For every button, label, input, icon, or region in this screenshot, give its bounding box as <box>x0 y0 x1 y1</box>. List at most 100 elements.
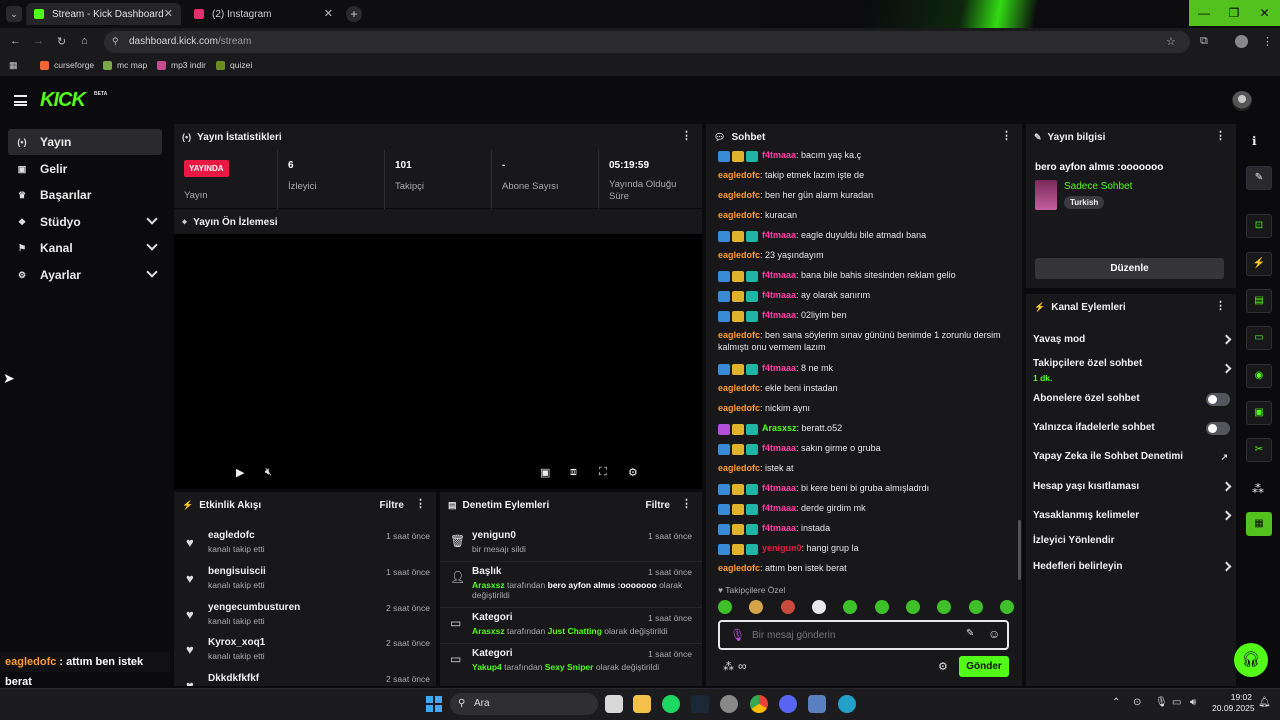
theater-mode-icon[interactable]: ▣ <box>540 466 550 479</box>
file-explorer-icon[interactable] <box>633 695 651 713</box>
broadcast-widget-icon[interactable]: ◉ <box>1246 364 1272 388</box>
tab-search-icon[interactable]: ⌄ <box>6 6 22 22</box>
send-button[interactable]: Gönder <box>959 656 1009 677</box>
chat-username[interactable]: eagledofc <box>718 210 760 220</box>
sidebar-item-yayin[interactable]: (•) Yayın <box>8 129 162 155</box>
task-view-icon[interactable] <box>605 695 623 713</box>
more-options-icon[interactable]: ⋮ <box>415 499 426 510</box>
network-icon[interactable]: ▭ <box>1172 697 1181 708</box>
support-headset-icon[interactable]: 🎧︎ <box>1234 643 1268 677</box>
tools-widget-icon[interactable]: ✂ <box>1246 438 1272 462</box>
chat-username[interactable]: f4tmaaa <box>762 150 796 160</box>
bookmark-mc-map[interactable]: mc map <box>103 60 147 70</box>
sidebar-item-basarilar[interactable]: ♛ Başarılar <box>8 182 162 208</box>
edit-layout-icon[interactable]: ✎ <box>1246 166 1272 190</box>
reload-icon[interactable]: ↻ <box>57 35 66 48</box>
windows-start-icon[interactable] <box>426 696 442 712</box>
emote-icon[interactable] <box>843 600 858 614</box>
chat-scrollbar[interactable] <box>1018 520 1021 580</box>
host-viewers-item[interactable]: İzleyici Yönlendir <box>1026 528 1236 554</box>
new-tab-button[interactable]: + <box>346 6 362 22</box>
close-window-button[interactable]: ✕ <box>1249 0 1280 26</box>
chat-username[interactable]: f4tmaaa <box>762 443 796 453</box>
infinity-icon[interactable]: ∞ <box>738 659 747 673</box>
profile-avatar[interactable] <box>1235 35 1248 48</box>
user-avatar[interactable] <box>1232 91 1252 111</box>
chat-username[interactable]: f4tmaaa <box>762 310 796 320</box>
sidebar-item-kanal[interactable]: ⚑ Kanal <box>8 235 162 261</box>
minimize-button[interactable]: — <box>1189 0 1219 26</box>
chat-username[interactable]: eagledofc <box>718 170 760 180</box>
info-icon[interactable]: ℹ <box>1252 134 1257 148</box>
emote-icon[interactable] <box>780 600 795 614</box>
bookmark-mp3-indir[interactable]: mp3 indir <box>157 60 206 70</box>
clock[interactable]: 19:02 20.09.2025 <box>1212 692 1255 714</box>
home-icon[interactable]: ⌂ <box>81 35 88 47</box>
discord-icon[interactable] <box>779 695 797 713</box>
apps-grid-icon[interactable]: ▦ <box>9 60 18 71</box>
ai-moderation-item[interactable]: Yapay Zeka ile Sohbet Denetimi ↗ <box>1026 444 1236 470</box>
emoji-icon[interactable]: ☺ <box>988 627 1000 641</box>
emote-icon[interactable] <box>718 600 732 614</box>
points-icon[interactable]: ⁂ <box>723 660 734 673</box>
slow-mode-item[interactable]: Yavaş mod <box>1026 327 1236 353</box>
chat-username[interactable]: f4tmaaa <box>762 483 796 493</box>
stats-widget-icon[interactable]: ⊡ <box>1246 214 1272 238</box>
emote-icon[interactable] <box>749 600 764 614</box>
more-options-icon[interactable]: ⋮ <box>681 499 692 510</box>
edit-button[interactable]: Düzenle <box>1035 258 1224 279</box>
chat-username[interactable]: eagledofc <box>718 463 760 473</box>
game-widget-icon[interactable]: ▦ <box>1246 512 1272 536</box>
chat-username[interactable]: eagledofc <box>718 250 760 260</box>
chat-username[interactable]: f4tmaaa <box>762 290 796 300</box>
chat-username[interactable]: eagledofc <box>718 383 760 393</box>
address-bar[interactable]: dashboard.kick.com/stream <box>104 31 1190 53</box>
spotify-icon[interactable] <box>662 695 680 713</box>
chat-username[interactable]: f4tmaaa <box>762 523 796 533</box>
play-icon[interactable]: ▶ <box>236 466 244 479</box>
menu-hamburger-icon[interactable] <box>14 95 27 106</box>
kick-logo[interactable]: KICK <box>40 89 86 112</box>
close-tab-icon[interactable]: ✕ <box>324 7 333 20</box>
obs-icon[interactable] <box>720 695 738 713</box>
mute-icon[interactable]: 🔇︎ <box>265 466 272 479</box>
chat-settings-icon[interactable]: ⚙ <box>938 660 948 673</box>
emote-icon[interactable] <box>905 600 920 614</box>
set-goals-item[interactable]: Hedefleri belirleyin <box>1026 554 1236 580</box>
chat-username[interactable]: f4tmaaa <box>762 270 796 280</box>
subscribers-only-toggle[interactable] <box>1206 393 1230 406</box>
emote-icon[interactable] <box>999 600 1014 614</box>
picture-in-picture-icon[interactable]: ⧈ <box>570 466 577 479</box>
chat-username[interactable]: Arasxsz <box>762 423 797 433</box>
microphone-icon[interactable]: 🎙︎ <box>730 628 745 642</box>
more-options-icon[interactable]: ⋮ <box>1215 131 1226 142</box>
filter-button[interactable]: Filtre <box>646 500 670 511</box>
log-widget-icon[interactable]: ▤ <box>1246 289 1272 313</box>
emote-icon[interactable] <box>811 600 826 614</box>
chat-username[interactable]: f4tmaaa <box>762 363 796 373</box>
app-icon[interactable] <box>808 695 826 713</box>
browser-menu-icon[interactable]: ⋮ <box>1262 35 1273 48</box>
forward-icon[interactable]: → <box>33 35 44 47</box>
tray-chevron-icon[interactable]: ⌃ <box>1112 697 1120 708</box>
bookmark-star-icon[interactable]: ☆ <box>1166 35 1176 48</box>
chrome-icon[interactable] <box>750 695 768 713</box>
fullscreen-icon[interactable]: ⛶ <box>599 466 607 479</box>
chat-username[interactable]: eagledofc <box>718 330 760 340</box>
tab-kick-dashboard[interactable]: Stream - Kick Dashboard ✕ <box>26 3 181 25</box>
banned-words-item[interactable]: Yasaklanmış kelimeler <box>1026 503 1236 529</box>
category-name[interactable]: Sadece Sohbet <box>1064 181 1132 192</box>
chat-username[interactable]: eagledofc <box>718 403 760 413</box>
maximize-button[interactable]: ❐ <box>1219 0 1249 26</box>
chat-username[interactable]: yenigun0 <box>762 543 802 553</box>
community-icon[interactable]: ⁂ <box>1252 482 1264 496</box>
taskbar-search[interactable]: ⚲ Ara <box>450 693 598 715</box>
chat-message-input[interactable] <box>752 627 942 643</box>
translate-icon[interactable]: ✎ <box>966 628 974 639</box>
chat-username[interactable]: eagledofc <box>718 563 760 573</box>
chat-widget-icon[interactable]: ▭ <box>1246 326 1272 350</box>
back-icon[interactable]: ← <box>10 35 21 47</box>
edge-icon[interactable] <box>838 695 856 713</box>
sidebar-item-ayarlar[interactable]: ⚙ Ayarlar <box>8 262 162 288</box>
sidebar-item-gelir[interactable]: ▣ Gelir <box>8 156 162 182</box>
